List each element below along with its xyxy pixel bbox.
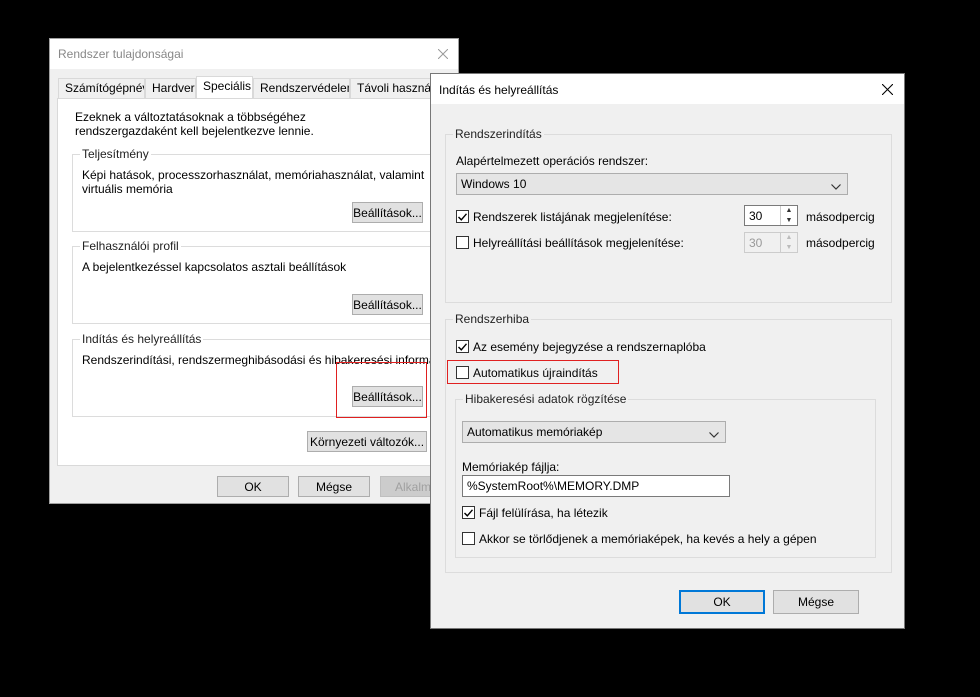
seconds-unit: másodpercig [806, 236, 875, 250]
seconds-unit: másodpercig [806, 210, 875, 224]
user-profile-group: Felhasználói profil A bejelentkezéssel k… [72, 239, 452, 324]
ok-button[interactable]: OK [679, 590, 765, 614]
dump-file-input[interactable]: %SystemRoot%\MEMORY.DMP [462, 475, 730, 497]
system-failure-group: Rendszerhiba Az esemény bejegyzése a ren… [445, 312, 892, 573]
user-profile-settings-button[interactable]: Beállítások... [352, 294, 423, 315]
tab-computer-name[interactable]: Számítógépnév [58, 78, 145, 98]
show-os-list-seconds[interactable]: 30 ▲ ▼ [744, 205, 798, 226]
show-os-list-seconds-value: 30 [749, 209, 763, 223]
spin-down-icon[interactable]: ▼ [781, 243, 797, 253]
performance-desc: Képi hatások, processzorhasználat, memór… [82, 168, 425, 196]
cancel-button[interactable]: Mégse [298, 476, 370, 497]
overwrite-label: Fájl felülírása, ha létezik [479, 506, 608, 520]
system-failure-title: Rendszerhiba [453, 312, 532, 326]
startup-recovery-titlebar: Indítás és helyreállítás [431, 74, 904, 104]
show-recovery-label: Helyreállítási beállítások megjelenítése… [473, 236, 684, 250]
show-os-list-checkbox[interactable] [456, 210, 469, 223]
default-os-value: Windows 10 [461, 177, 527, 191]
performance-group: Teljesítmény Képi hatások, processzorhas… [72, 147, 452, 232]
spin-down-icon[interactable]: ▼ [781, 216, 797, 226]
startup-recovery-settings-button[interactable]: Beállítások... [352, 386, 423, 407]
dump-type-select[interactable]: Automatikus memóriakép [462, 421, 726, 443]
startup-recovery-desc: Rendszerindítási, rendszermeghibásodási … [82, 353, 442, 367]
startup-recovery-title: Indítás és helyreállítás [80, 332, 204, 346]
admin-notice: Ezeknek a változtatásoknak a többségéhez… [75, 110, 314, 138]
chevron-down-icon [709, 427, 719, 441]
tab-strip: Számítógépnév Hardver Speciális Rendszer… [58, 76, 458, 99]
debug-info-title: Hibakeresési adatok rögzítése [463, 392, 629, 406]
system-startup-title: Rendszerindítás [453, 127, 544, 141]
tab-system-protection[interactable]: Rendszervédelem [253, 78, 350, 98]
performance-settings-button[interactable]: Beállítások... [352, 202, 423, 223]
dump-file-label: Memóriakép fájlja: [462, 460, 560, 474]
window-title: Rendszer tulajdonságai [58, 47, 184, 61]
startup-recovery-dialog: Indítás és helyreállítás Rendszerindítás… [430, 73, 905, 629]
dump-type-value: Automatikus memóriakép [467, 425, 603, 439]
system-properties-window: Rendszer tulajdonságai Számítógépnév Har… [49, 38, 459, 504]
default-os-select[interactable]: Windows 10 [456, 173, 848, 195]
close-icon[interactable] [872, 74, 902, 104]
show-recovery-seconds[interactable]: 30 ▲ ▼ [744, 232, 798, 253]
close-icon[interactable] [428, 39, 458, 69]
default-os-label: Alapértelmezett operációs rendszer: [456, 154, 649, 168]
tab-page-advanced: Ezeknek a változtatásoknak a többségéhez… [57, 98, 459, 466]
disable-autodelete-label: Akkor se törlődjenek a memóriaképek, ha … [479, 532, 817, 546]
user-profile-desc: A bejelentkezéssel kapcsolatos asztali b… [82, 260, 347, 274]
auto-restart-checkbox[interactable] [456, 366, 469, 379]
system-properties-titlebar: Rendszer tulajdonságai [50, 39, 458, 69]
show-recovery-seconds-value: 30 [749, 236, 763, 250]
show-os-list-label: Rendszerek listájának megjelenítése: [473, 210, 672, 224]
startup-recovery-group: Indítás és helyreállítás Rendszerindítás… [72, 332, 452, 417]
environment-variables-button[interactable]: Környezeti változók... [307, 431, 427, 452]
disable-autodelete-checkbox[interactable] [462, 532, 475, 545]
performance-title: Teljesítmény [80, 147, 151, 161]
overwrite-checkbox[interactable] [462, 506, 475, 519]
system-startup-group: Rendszerindítás Alapértelmezett operáció… [445, 127, 892, 303]
write-event-checkbox[interactable] [456, 340, 469, 353]
show-recovery-checkbox[interactable] [456, 236, 469, 249]
debug-info-group: Hibakeresési adatok rögzítése Automatiku… [455, 392, 876, 558]
auto-restart-label: Automatikus újraindítás [473, 366, 598, 380]
dialog-title: Indítás és helyreállítás [439, 83, 559, 97]
write-event-label: Az esemény bejegyzése a rendszernaplóba [473, 340, 706, 354]
spin-up-icon[interactable]: ▲ [781, 206, 797, 216]
chevron-down-icon [831, 179, 841, 193]
tab-advanced[interactable]: Speciális [196, 76, 253, 99]
spin-up-icon[interactable]: ▲ [781, 233, 797, 243]
user-profile-title: Felhasználói profil [80, 239, 181, 253]
cancel-button[interactable]: Mégse [773, 590, 859, 614]
tab-hardware[interactable]: Hardver [145, 78, 196, 98]
ok-button[interactable]: OK [217, 476, 289, 497]
